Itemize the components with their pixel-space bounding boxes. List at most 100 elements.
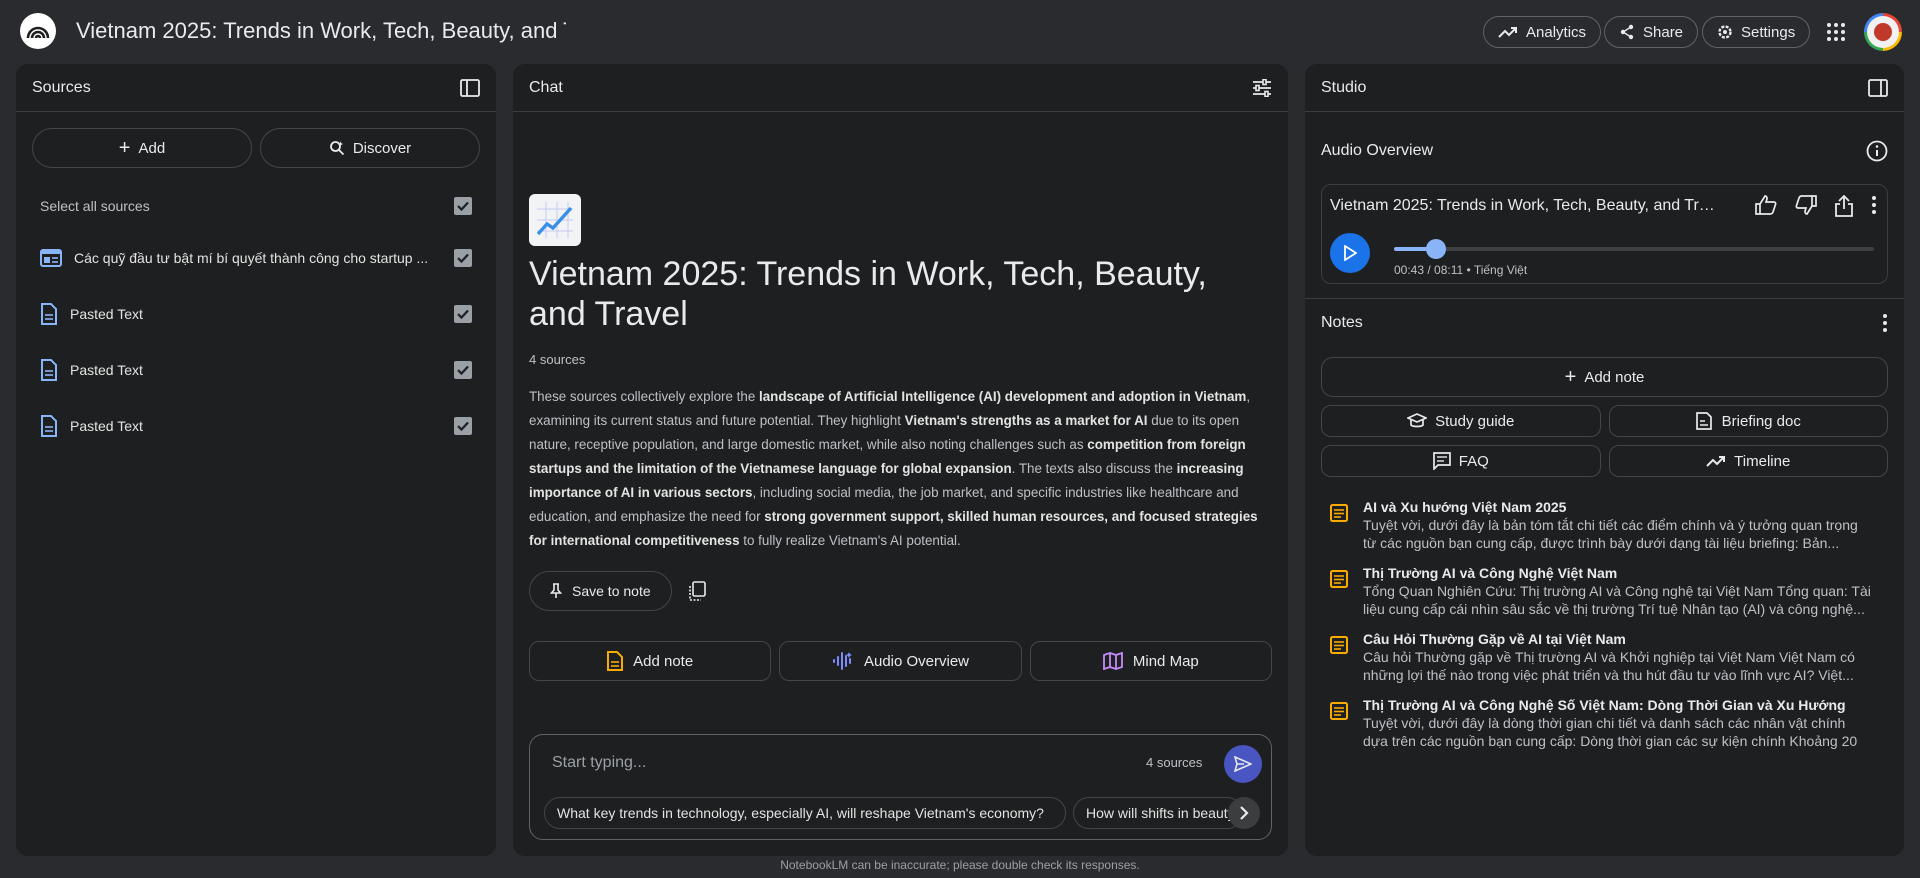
more-vert-icon[interactable] xyxy=(1882,313,1888,333)
thumbs-up-icon[interactable] xyxy=(1755,195,1777,215)
briefing-doc-button[interactable]: Briefing doc xyxy=(1608,405,1888,437)
timeline-icon xyxy=(1706,456,1726,467)
audio-title: Vietnam 2025: Trends in Work, Tech, Beau… xyxy=(1330,197,1720,214)
info-icon[interactable] xyxy=(1866,140,1888,162)
copy-icon[interactable] xyxy=(688,581,706,601)
chat-bubble-icon xyxy=(1432,452,1451,470)
source-checkbox[interactable] xyxy=(454,417,472,435)
select-all-row[interactable]: Select all sources xyxy=(16,182,496,230)
notes-list: AI và Xu hướng Việt Nam 2025 Tuyệt vời, … xyxy=(1305,499,1904,763)
play-button[interactable] xyxy=(1330,233,1370,273)
chat-source-count: 4 sources xyxy=(529,352,586,367)
note-title: AI và Xu hướng Việt Nam 2025 xyxy=(1363,499,1567,515)
studio-panel: Studio Audio Overview Vietnam 2025: Tren… xyxy=(1305,64,1904,856)
notebooklm-logo-icon[interactable] xyxy=(20,13,56,49)
source-checkbox[interactable] xyxy=(454,361,472,379)
save-to-note-button[interactable]: Save to note xyxy=(529,571,672,611)
suggestion-chip[interactable]: How will shifts in beauty xyxy=(1073,797,1243,829)
note-item[interactable]: Thị Trường AI và Công Nghệ Việt Nam Tổng… xyxy=(1305,565,1904,631)
note-item[interactable]: AI và Xu hướng Việt Nam 2025 Tuyệt vời, … xyxy=(1305,499,1904,565)
studio-header: Studio xyxy=(1305,64,1904,112)
web-source-icon xyxy=(40,249,62,267)
summary-highlight: landscape of Artificial Intelligence (AI… xyxy=(758,389,1247,404)
source-item[interactable]: Pasted Text xyxy=(16,286,496,342)
document-icon xyxy=(41,359,57,381)
suggestion-chip[interactable]: What key trends in technology, especiall… xyxy=(544,797,1066,829)
study-guide-label: Study guide xyxy=(1435,412,1515,430)
audio-overview-title: Audio Overview xyxy=(1321,142,1434,159)
apps-grid-icon[interactable] xyxy=(1826,22,1846,42)
audio-overview-action-button[interactable]: Audio Overview xyxy=(779,641,1022,681)
timeline-button[interactable]: Timeline xyxy=(1608,445,1888,477)
discover-search-icon xyxy=(329,141,344,156)
audio-progress-handle[interactable] xyxy=(1426,239,1447,259)
analytics-button[interactable]: Analytics xyxy=(1483,16,1602,48)
note-icon xyxy=(1330,636,1348,654)
note-title: Thị Trường AI và Công Nghệ Việt Nam xyxy=(1363,565,1618,581)
audio-progress-track[interactable] xyxy=(1394,239,1874,259)
notebook-title[interactable]: Vietnam 2025: Trends in Work, Tech, Beau… xyxy=(76,18,566,44)
add-source-button[interactable]: + Add xyxy=(32,128,252,168)
chat-input-box: 4 sources What key trends in technology,… xyxy=(529,734,1272,840)
note-icon xyxy=(1330,570,1348,588)
timeline-label: Timeline xyxy=(1734,452,1791,470)
send-icon xyxy=(1234,756,1252,772)
avatar-image xyxy=(1867,16,1899,48)
collapse-panel-icon[interactable] xyxy=(1868,78,1888,97)
share-icon xyxy=(1620,24,1634,40)
disclaimer-footer: NotebookLM can be inaccurate; please dou… xyxy=(780,858,1140,872)
avatar[interactable] xyxy=(1864,13,1902,51)
note-item[interactable]: Câu Hỏi Thường Gặp về AI tại Việt Nam Câ… xyxy=(1305,631,1904,697)
briefing-doc-label: Briefing doc xyxy=(1721,412,1801,430)
note-icon xyxy=(1330,702,1348,720)
select-all-checkbox[interactable] xyxy=(454,197,472,215)
save-to-note-label: Save to note xyxy=(572,583,651,599)
play-icon xyxy=(1344,245,1357,261)
audio-overview-action-label: Audio Overview xyxy=(863,652,970,670)
study-guide-button[interactable]: Study guide xyxy=(1321,405,1601,437)
add-note-button[interactable]: + Add note xyxy=(1321,357,1888,397)
note-item[interactable]: Thị Trường AI và Công Nghệ Số Việt Nam: … xyxy=(1305,697,1904,763)
notes-title: Notes xyxy=(1321,314,1363,331)
mind-map-action-button[interactable]: Mind Map xyxy=(1029,641,1272,681)
pin-icon xyxy=(550,583,562,598)
export-icon[interactable] xyxy=(1835,195,1853,217)
suggestions-next-button[interactable] xyxy=(1228,797,1260,829)
source-item[interactable]: Pasted Text xyxy=(16,398,496,454)
faq-button[interactable]: FAQ xyxy=(1321,445,1601,477)
source-item[interactable]: Các quỹ đầu tư bật mí bí quyết thành côn… xyxy=(16,230,496,286)
select-all-label: Select all sources xyxy=(40,198,150,214)
chat-input[interactable] xyxy=(552,751,1112,775)
send-button[interactable] xyxy=(1224,745,1262,783)
sources-panel: Sources + Add Discover Select all source… xyxy=(16,64,496,856)
note-icon xyxy=(607,651,624,671)
more-vert-icon[interactable] xyxy=(1871,195,1877,215)
discover-button[interactable]: Discover xyxy=(260,128,480,168)
source-item[interactable]: Pasted Text xyxy=(16,342,496,398)
source-checkbox[interactable] xyxy=(454,249,472,267)
school-icon xyxy=(1407,413,1428,428)
document-icon xyxy=(41,303,57,325)
chat-notebook-title: Vietnam 2025: Trends in Work, Tech, Beau… xyxy=(529,255,1207,333)
add-source-label: Add xyxy=(138,139,166,157)
source-checkbox[interactable] xyxy=(454,305,472,323)
chat-title-label: Chat xyxy=(529,78,563,96)
plus-icon: + xyxy=(118,136,131,159)
plus-icon: + xyxy=(1564,365,1577,388)
audio-waveform-icon xyxy=(832,652,852,670)
note-title: Câu Hỏi Thường Gặp về AI tại Việt Nam xyxy=(1363,631,1626,647)
tune-icon[interactable] xyxy=(1252,78,1272,97)
input-source-count: 4 sources xyxy=(1146,755,1203,770)
collapse-panel-icon[interactable] xyxy=(460,78,480,97)
summary-text: to fully realize Vietnam's AI potential. xyxy=(739,533,961,548)
briefing-doc-icon xyxy=(1695,412,1712,430)
settings-button[interactable]: Settings xyxy=(1702,16,1811,48)
mind-map-action-label: Mind Map xyxy=(1132,652,1199,670)
thumbs-down-icon[interactable] xyxy=(1795,195,1817,215)
share-button[interactable]: Share xyxy=(1604,16,1699,48)
add-note-action-button[interactable]: Add note xyxy=(529,641,772,681)
source-label: Pasted Text xyxy=(70,362,143,378)
share-label: Share xyxy=(1643,23,1684,41)
note-snippet: Câu hỏi Thường gặp về Thị trường AI và K… xyxy=(1363,649,1855,683)
note-snippet: Tổng Quan Nghiên Cứu: Thị trường AI và C… xyxy=(1363,583,1871,617)
